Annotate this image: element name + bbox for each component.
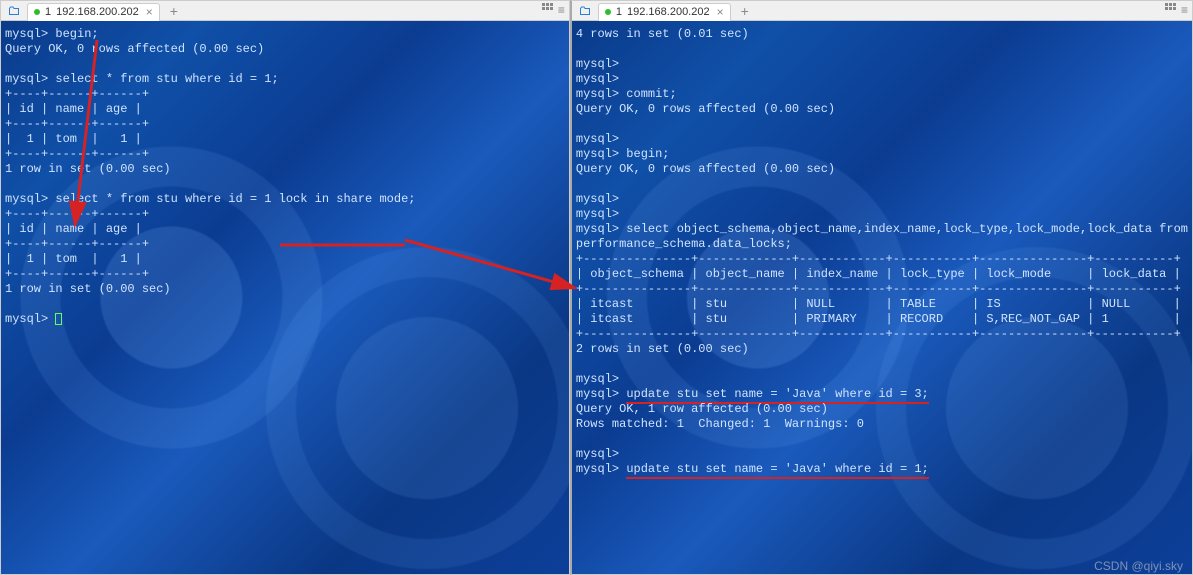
layout-grid-icon[interactable]: [542, 3, 554, 18]
terminal-line: mysql>: [576, 207, 1188, 222]
terminal-line: 1 row in set (0.00 sec): [5, 162, 565, 177]
terminal-line: [576, 357, 1188, 372]
terminal-line: mysql>: [576, 372, 1188, 387]
terminal-line: | object_schema | object_name | index_na…: [576, 267, 1188, 282]
terminal-line: 2 rows in set (0.00 sec): [576, 342, 1188, 357]
terminal-line: +---------------+-------------+---------…: [576, 327, 1188, 342]
tab-bar-right: 1 192.168.200.202 × + ≡: [572, 1, 1192, 21]
terminal-line: [5, 177, 565, 192]
cursor: [55, 313, 62, 325]
terminal-line: mysql> select * from stu where id = 1 lo…: [5, 192, 565, 207]
tab-title: 192.168.200.202: [627, 6, 710, 18]
terminal-line: [576, 117, 1188, 132]
terminal-line: 1 row in set (0.00 sec): [5, 282, 565, 297]
menu-icon[interactable]: ≡: [558, 3, 565, 18]
close-icon[interactable]: ×: [146, 5, 153, 19]
terminal-line: +----+------+------+: [5, 147, 565, 162]
terminal-line: mysql> update stu set name = 'Java' wher…: [576, 462, 1188, 477]
terminal-line: | itcast | stu | NULL | TABLE | IS | NUL…: [576, 297, 1188, 312]
terminal-line: [5, 297, 565, 312]
terminal-line: mysql> commit;: [576, 87, 1188, 102]
close-icon[interactable]: ×: [717, 5, 724, 19]
terminal-line: [576, 177, 1188, 192]
status-dot-icon: [34, 9, 40, 15]
terminal-line: +----+------+------+: [5, 117, 565, 132]
terminal-line: performance_schema.data_locks;: [576, 237, 1188, 252]
terminal-line: mysql> select * from stu where id = 1;: [5, 72, 565, 87]
terminal-line: | 1 | tom | 1 |: [5, 252, 565, 267]
tab-title: 192.168.200.202: [56, 6, 139, 18]
terminal-line: +---------------+-------------+---------…: [576, 282, 1188, 297]
terminal-line: mysql>: [576, 132, 1188, 147]
left-pane: 1 192.168.200.202 × + ≡ mysql> begin;Que…: [0, 0, 570, 575]
terminal-line: Rows matched: 1 Changed: 1 Warnings: 0: [576, 417, 1188, 432]
terminal-line: mysql> begin;: [576, 147, 1188, 162]
terminal-line: Query OK, 0 rows affected (0.00 sec): [576, 162, 1188, 177]
terminal-line: mysql> select object_schema,object_name,…: [576, 222, 1188, 237]
terminal-line: | id | name | age |: [5, 102, 565, 117]
right-pane: 1 192.168.200.202 × + ≡ 4 rows in set (0…: [570, 0, 1193, 575]
watermark: CSDN @qiyi.sky: [1094, 559, 1183, 573]
new-tab-button[interactable]: +: [735, 3, 755, 19]
terminal-line: mysql> begin;: [5, 27, 565, 42]
terminal-line: [576, 42, 1188, 57]
open-session-icon[interactable]: [576, 4, 594, 18]
layout-grid-icon[interactable]: [1165, 3, 1177, 18]
terminal-line: | 1 | tom | 1 |: [5, 132, 565, 147]
terminal-line: mysql>: [576, 447, 1188, 462]
tab-bar-left: 1 192.168.200.202 × + ≡: [1, 1, 569, 21]
menu-icon[interactable]: ≡: [1181, 3, 1188, 18]
tab-index: 1: [616, 6, 622, 18]
terminal-line: [5, 57, 565, 72]
terminal-line: +----+------+------+: [5, 267, 565, 282]
terminal-line: mysql>: [5, 312, 565, 327]
terminal-line: Query OK, 1 row affected (0.00 sec): [576, 402, 1188, 417]
terminal-line: mysql> update stu set name = 'Java' wher…: [576, 387, 1188, 402]
terminal-line: +---------------+-------------+---------…: [576, 252, 1188, 267]
terminal-line: | id | name | age |: [5, 222, 565, 237]
open-session-icon[interactable]: [5, 4, 23, 18]
status-dot-icon: [605, 9, 611, 15]
terminal-left[interactable]: mysql> begin;Query OK, 0 rows affected (…: [1, 21, 569, 574]
terminal-line: | itcast | stu | PRIMARY | RECORD | S,RE…: [576, 312, 1188, 327]
terminal-line: Query OK, 0 rows affected (0.00 sec): [5, 42, 565, 57]
terminal-line: +----+------+------+: [5, 87, 565, 102]
terminal-line: +----+------+------+: [5, 237, 565, 252]
terminal-line: 4 rows in set (0.01 sec): [576, 27, 1188, 42]
new-tab-button[interactable]: +: [164, 3, 184, 19]
terminal-line: mysql>: [576, 57, 1188, 72]
terminal-line: mysql>: [576, 192, 1188, 207]
terminal-line: +----+------+------+: [5, 207, 565, 222]
session-tab-right[interactable]: 1 192.168.200.202 ×: [598, 3, 731, 21]
terminal-line: Query OK, 0 rows affected (0.00 sec): [576, 102, 1188, 117]
terminal-line: [576, 432, 1188, 447]
terminal-line: mysql>: [576, 72, 1188, 87]
terminal-right[interactable]: 4 rows in set (0.01 sec) mysql>mysql>mys…: [572, 21, 1192, 574]
tab-index: 1: [45, 6, 51, 18]
session-tab-left[interactable]: 1 192.168.200.202 ×: [27, 3, 160, 21]
